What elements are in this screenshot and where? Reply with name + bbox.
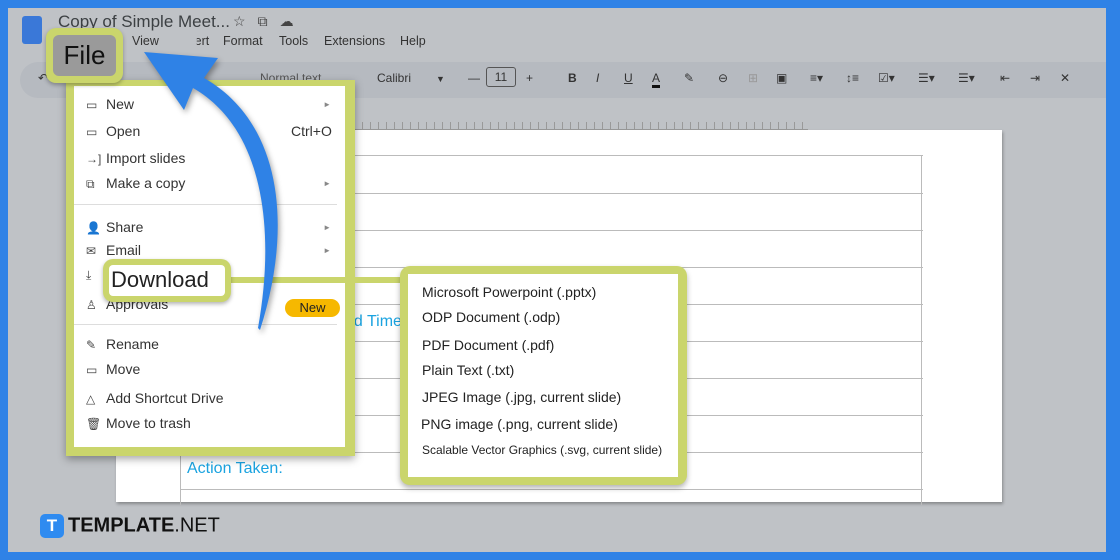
logo-name: TEMPLATE: [68, 514, 175, 537]
pointer-arrow-icon: [144, 52, 278, 330]
menu-file[interactable]: File: [53, 35, 116, 76]
app-window: Copy of Simple Meet... ☆⧉☁ View Insert F…: [8, 8, 1106, 552]
file-menu-callout[interactable]: File: [46, 28, 123, 83]
template-net-logo: T TEMPLATE.NET: [40, 514, 220, 538]
logo-suffix: .NET: [174, 514, 220, 537]
logo-mark: T: [40, 514, 64, 538]
